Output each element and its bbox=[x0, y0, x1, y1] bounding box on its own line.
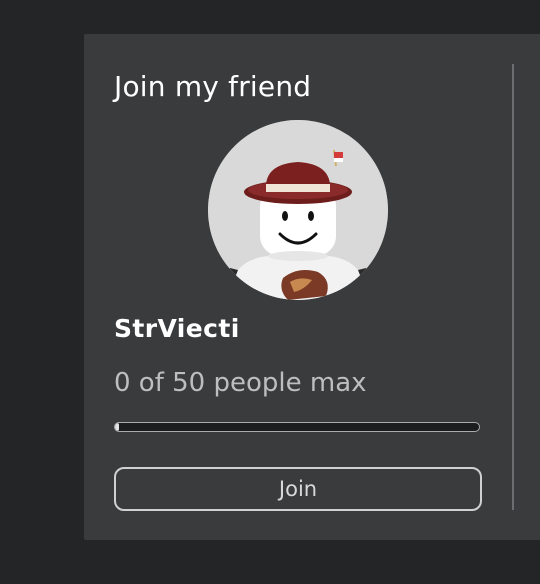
capacity-progress-fill bbox=[115, 423, 119, 431]
friend-username[interactable]: StrViecti bbox=[114, 314, 240, 343]
capacity-progress-bar bbox=[114, 422, 480, 432]
join-friend-card: Join my friend StrViecti 0 of 50 people … bbox=[84, 34, 540, 540]
server-capacity-text: 0 of 50 people max bbox=[114, 368, 367, 398]
card-title: Join my friend bbox=[114, 70, 312, 103]
avatar[interactable] bbox=[208, 120, 388, 300]
join-button[interactable]: Join bbox=[114, 467, 482, 511]
vertical-divider bbox=[512, 64, 514, 510]
avatar-image bbox=[208, 120, 388, 300]
